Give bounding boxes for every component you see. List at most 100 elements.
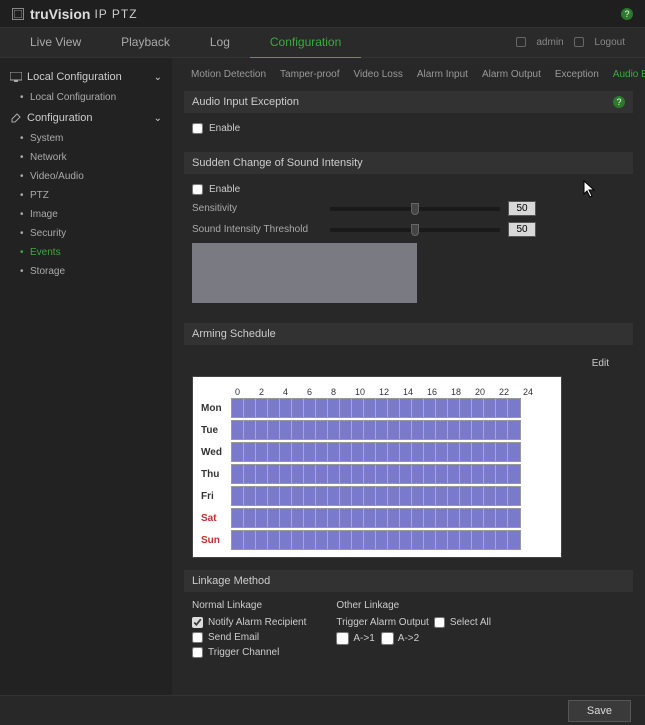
topbar: truVision IP PTZ ? [0, 0, 645, 28]
audio-input-title: Audio Input Exception [192, 96, 299, 108]
checkbox[interactable] [192, 632, 203, 643]
sensitivity-label: Sensitivity [192, 203, 322, 214]
sched-hour-label: 6 [307, 387, 331, 397]
audio-preview [192, 243, 417, 303]
sensitivity-slider[interactable] [330, 207, 500, 211]
help-icon[interactable]: ? [621, 8, 633, 20]
threshold-value[interactable] [508, 222, 536, 237]
subtab-audio-exception-detection[interactable]: Audio Exception Detection [606, 66, 645, 83]
sched-day-tue: Tue [201, 425, 231, 436]
sched-day-fri: Fri [201, 491, 231, 502]
brand-sub: IP PTZ [94, 7, 137, 21]
output-a1[interactable]: A->1 [336, 632, 374, 645]
linkage-trigger-channel[interactable]: Trigger Channel [192, 647, 306, 658]
audio-input-header: Audio Input Exception ? [184, 91, 633, 113]
subtab-motion-detection[interactable]: Motion Detection [184, 66, 273, 83]
help-icon[interactable]: ? [613, 96, 625, 108]
subtab-tamper-proof[interactable]: Tamper-proof [273, 66, 346, 83]
sched-cells-sat[interactable] [231, 508, 521, 528]
sudden-title: Sudden Change of Sound Intensity [192, 157, 363, 169]
side-group-configuration[interactable]: Configuration⌄ [0, 107, 172, 129]
side-item-network[interactable]: Network [0, 148, 172, 167]
content: Motion DetectionTamper-proofVideo LossAl… [172, 58, 645, 695]
side-item-image[interactable]: Image [0, 205, 172, 224]
sched-cells-tue[interactable] [231, 420, 521, 440]
sched-hour-label: 10 [355, 387, 379, 397]
sched-hour-label: 18 [451, 387, 475, 397]
linkage-notify-alarm-recipient[interactable]: Notify Alarm Recipient [192, 617, 306, 628]
sched-cells-mon[interactable] [231, 398, 521, 418]
sched-day-thu: Thu [201, 469, 231, 480]
sched-hour-label: 0 [235, 387, 259, 397]
trigger-output-label: Trigger Alarm Output [336, 617, 428, 628]
audio-input-enable[interactable]: Enable [192, 123, 625, 134]
nav-tab-configuration[interactable]: Configuration [250, 27, 361, 59]
side-item-video-audio[interactable]: Video/Audio [0, 167, 172, 186]
sudden-header: Sudden Change of Sound Intensity [184, 152, 633, 174]
sched-hour-label: 24 [523, 387, 547, 397]
logout-link[interactable]: Logout [594, 37, 625, 48]
checkbox[interactable] [192, 647, 203, 658]
nav-tab-log[interactable]: Log [190, 27, 250, 59]
checkbox[interactable] [336, 632, 349, 645]
sched-day-mon: Mon [201, 403, 231, 414]
brand-icon [12, 8, 24, 20]
subtab-alarm-output[interactable]: Alarm Output [475, 66, 548, 83]
sensitivity-value[interactable] [508, 201, 536, 216]
sched-day-wed: Wed [201, 447, 231, 458]
subtab-video-loss[interactable]: Video Loss [347, 66, 410, 83]
output-a2[interactable]: A->2 [381, 632, 419, 645]
select-all-label: Select All [450, 617, 491, 628]
slider-thumb[interactable] [411, 224, 419, 236]
side-item-local-configuration[interactable]: Local Configuration [0, 88, 172, 107]
normal-linkage-title: Normal Linkage [192, 600, 306, 611]
side-item-system[interactable]: System [0, 129, 172, 148]
edit-button[interactable]: Edit [582, 355, 619, 372]
sidebar: Local Configuration⌄Local ConfigurationC… [0, 58, 172, 695]
audio-input-enable-checkbox[interactable] [192, 123, 203, 134]
select-all-checkbox[interactable] [434, 617, 445, 628]
arming-title: Arming Schedule [192, 328, 276, 340]
subtab-alarm-input[interactable]: Alarm Input [410, 66, 475, 83]
sched-hour-label: 20 [475, 387, 499, 397]
linkage-title: Linkage Method [192, 575, 270, 587]
nav-tab-playback[interactable]: Playback [101, 27, 190, 59]
sched-day-sat: Sat [201, 513, 231, 524]
sched-cells-thu[interactable] [231, 464, 521, 484]
user-info: admin Logout [508, 37, 625, 48]
side-item-security[interactable]: Security [0, 224, 172, 243]
sched-cells-fri[interactable] [231, 486, 521, 506]
arming-header: Arming Schedule [184, 323, 633, 345]
side-item-ptz[interactable]: PTZ [0, 186, 172, 205]
enable-label: Enable [209, 184, 240, 195]
username: admin [536, 37, 563, 48]
footer: Save [0, 695, 645, 725]
sched-hour-label: 14 [403, 387, 427, 397]
sched-hour-label: 8 [331, 387, 355, 397]
sudden-enable[interactable]: Enable [192, 184, 625, 195]
brand-prefix: tru [30, 6, 49, 22]
sched-cells-sun[interactable] [231, 530, 521, 550]
sched-hour-label: 2 [259, 387, 283, 397]
threshold-label: Sound Intensity Threshold [192, 224, 322, 235]
sched-cells-wed[interactable] [231, 442, 521, 462]
threshold-slider[interactable] [330, 228, 500, 232]
subtab-exception[interactable]: Exception [548, 66, 606, 83]
checkbox[interactable] [192, 617, 203, 628]
side-group-local-configuration[interactable]: Local Configuration⌄ [0, 66, 172, 88]
sched-hour-label: 4 [283, 387, 307, 397]
save-button[interactable]: Save [568, 700, 631, 722]
nav-tab-live-view[interactable]: Live View [10, 27, 101, 59]
checkbox[interactable] [381, 632, 394, 645]
other-linkage-title: Other Linkage [336, 600, 491, 611]
schedule-grid: 024681012141618202224MonTueWedThuFriSatS… [192, 376, 562, 558]
side-item-events[interactable]: Events [0, 243, 172, 262]
sched-hour-label: 22 [499, 387, 523, 397]
navbar: Live ViewPlaybackLogConfiguration admin … [0, 28, 645, 58]
linkage-header: Linkage Method [184, 570, 633, 592]
slider-thumb[interactable] [411, 203, 419, 215]
sudden-enable-checkbox[interactable] [192, 184, 203, 195]
subtabs: Motion DetectionTamper-proofVideo LossAl… [184, 66, 633, 83]
linkage-send-email[interactable]: Send Email [192, 632, 306, 643]
side-item-storage[interactable]: Storage [0, 262, 172, 281]
